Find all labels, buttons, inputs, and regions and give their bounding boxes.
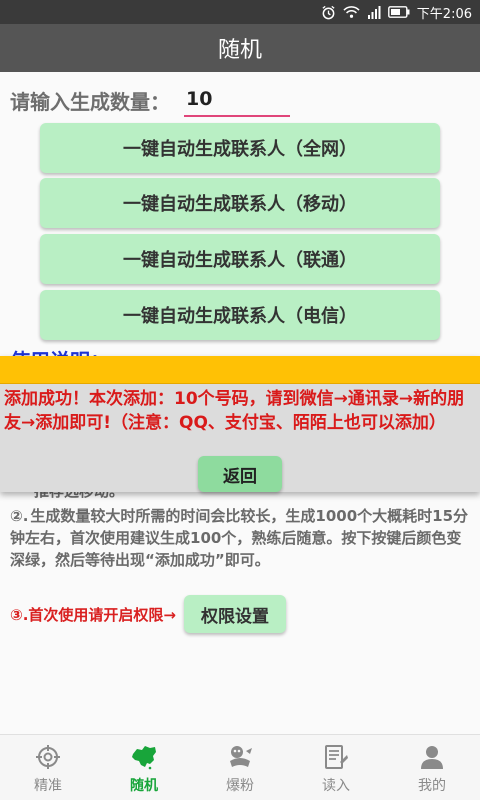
generate-unicom-button[interactable]: 一键自动生成联系人（联通）	[40, 234, 440, 284]
nav-item-import[interactable]: 读入	[288, 735, 384, 800]
mascot-icon	[226, 743, 254, 771]
nav-label-mine: 我的	[418, 778, 446, 794]
count-row: 请输入生成数量：	[10, 82, 290, 118]
document-import-icon	[322, 743, 350, 771]
nav-label-precise: 精准	[34, 778, 62, 794]
generate-mobile-button[interactable]: 一键自动生成联系人（移动）	[40, 178, 440, 228]
success-dialog: 添加成功！本次添加：10个号码，请到微信→通讯录→新的朋友→添加即可!（注意：Q…	[0, 356, 480, 492]
bottom-nav: 精准 随机 爆粉 读入 我的	[0, 734, 480, 800]
status-bar: 下午2:06	[0, 0, 480, 24]
generate-all-button[interactable]: 一键自动生成联系人（全网）	[40, 123, 440, 173]
nav-label-burst: 爆粉	[226, 778, 254, 794]
usage-item-2-number: ②.	[10, 507, 29, 525]
alarm-icon	[321, 5, 336, 20]
usage-item-2-text: 生成数量较大时所需的时间会比较长，生成1000个大概耗时15分钟左右，首次使用建…	[10, 507, 469, 569]
china-map-icon	[130, 743, 158, 771]
dialog-message: 添加成功！本次添加：10个号码，请到微信→通讯录→新的朋友→添加即可!（注意：Q…	[4, 389, 465, 433]
permission-settings-button[interactable]: 权限设置	[183, 595, 286, 633]
nav-item-mine[interactable]: 我的	[384, 735, 480, 800]
nav-item-random[interactable]: 随机	[96, 735, 192, 800]
target-icon	[34, 743, 62, 771]
permission-hint: ③.首次使用请开启权限→	[10, 605, 176, 624]
back-button[interactable]: 返回	[198, 456, 282, 492]
battery-icon	[387, 6, 410, 18]
generate-telecom-button[interactable]: 一键自动生成联系人（电信）	[40, 290, 440, 340]
wifi-icon	[343, 5, 360, 19]
status-time: 下午2:06	[416, 6, 472, 22]
nav-item-precise[interactable]: 精准	[0, 735, 96, 800]
app-bar: 随机	[0, 24, 480, 72]
dialog-header-bar	[0, 356, 480, 384]
permission-row: ③.首次使用请开启权限→ 权限设置	[10, 594, 286, 634]
count-label: 请输入生成数量：	[10, 89, 170, 114]
page-title: 随机	[217, 38, 262, 63]
nav-item-burst[interactable]: 爆粉	[192, 735, 288, 800]
nav-label-random: 随机	[130, 778, 158, 794]
usage-item-2: ②. 生成数量较大时所需的时间会比较长，生成1000个大概耗时15分钟左右，首次使…	[10, 505, 470, 571]
nav-label-import: 读入	[322, 778, 350, 794]
signal-icon	[367, 5, 381, 19]
person-icon	[418, 743, 446, 771]
count-input[interactable]	[184, 83, 290, 117]
